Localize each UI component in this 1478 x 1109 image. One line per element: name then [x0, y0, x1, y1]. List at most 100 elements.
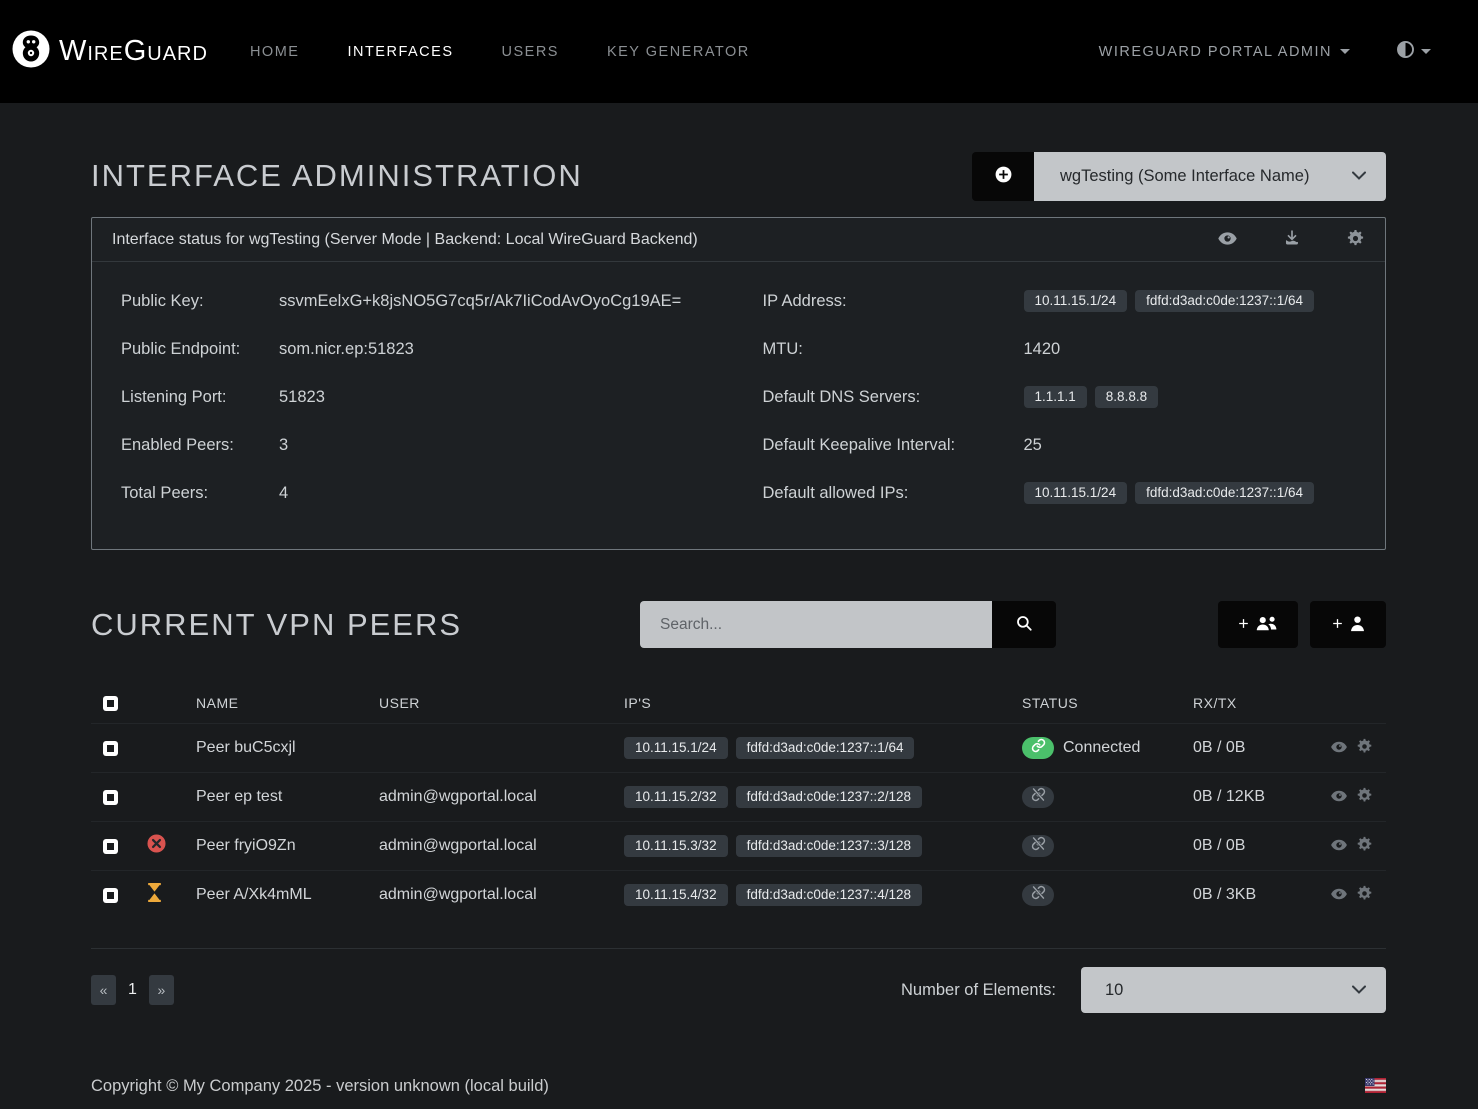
peer-name: Peer fryiO9Zn	[196, 837, 379, 855]
card-header: Interface status for wgTesting (Server M…	[92, 218, 1385, 262]
info-label: Enabled Peers:	[121, 436, 279, 455]
allowed-ip-badge: fdfd:d3ad:c0de:1237::1/64	[1135, 482, 1314, 504]
search-button[interactable]	[992, 601, 1056, 648]
main-content: INTERFACE ADMINISTRATION wgTesting (Some…	[0, 151, 1478, 1013]
peer-settings-button[interactable]	[1356, 836, 1373, 857]
elements-per-page-group: Number of Elements: 10	[901, 967, 1386, 1013]
total-peers-value: 4	[279, 484, 288, 503]
disconnected-status-pill	[1022, 835, 1054, 857]
info-label: Default DNS Servers:	[763, 388, 1024, 407]
pager-prev-button[interactable]: «	[91, 975, 116, 1005]
peers-header-row: CURRENT VPN PEERS	[91, 601, 1386, 648]
wireguard-logo-icon	[12, 30, 50, 73]
eye-icon	[1330, 885, 1348, 906]
disconnected-status-pill	[1022, 786, 1054, 808]
column-header-name: NAME	[196, 695, 379, 711]
add-interface-button[interactable]	[972, 152, 1034, 201]
add-multiple-peers-button[interactable]	[1218, 601, 1298, 648]
peer-rxtx: 0B / 3KB	[1193, 886, 1316, 904]
pager-current-page[interactable]: 1	[126, 981, 139, 999]
column-header-status: STATUS	[1022, 695, 1193, 711]
select-all-checkbox[interactable]	[103, 696, 118, 711]
peer-view-button[interactable]	[1330, 787, 1348, 808]
peer-settings-button[interactable]	[1356, 738, 1373, 759]
search-input[interactable]	[640, 601, 992, 648]
interface-selector-group: wgTesting (Some Interface Name)	[972, 152, 1386, 201]
title-row: INTERFACE ADMINISTRATION wgTesting (Some…	[91, 151, 1386, 201]
eye-icon	[1330, 787, 1348, 808]
half-circle-contrast-icon	[1396, 40, 1415, 64]
gear-icon	[1356, 738, 1373, 758]
elements-per-page-select[interactable]: 10	[1081, 967, 1386, 1013]
brand-link[interactable]: WireGuard	[12, 30, 208, 73]
copyright-text: Copyright © My Company 2025 - version un…	[91, 1077, 549, 1096]
navbar: WireGuard HOME INTERFACES USERS KEY GENE…	[0, 0, 1478, 103]
download-icon	[1282, 228, 1302, 251]
user-icon	[1349, 615, 1366, 635]
info-label: Public Key:	[121, 292, 279, 311]
ip-badge: 10.11.15.1/24	[1024, 290, 1128, 312]
nav-link-home[interactable]: HOME	[250, 44, 300, 60]
card-actions	[1217, 228, 1365, 252]
peer-ip-badge: 10.11.15.2/32	[624, 786, 728, 808]
add-peer-button[interactable]	[1310, 601, 1386, 648]
nav-link-key-generator[interactable]: KEY GENERATOR	[607, 44, 750, 60]
gear-icon	[1356, 787, 1373, 807]
user-menu-label: WIREGUARD PORTAL ADMIN	[1099, 44, 1332, 60]
language-selector[interactable]	[1365, 1078, 1386, 1096]
nav-link-interfaces[interactable]: INTERFACES	[347, 44, 453, 60]
dns-badge: 1.1.1.1	[1024, 386, 1087, 408]
public-key-value: ssvmEelxG+k8jsNO5G7cq5r/Ak7IiCodAvOyoCg1…	[279, 292, 681, 311]
card-title: Interface status for wgTesting (Server M…	[112, 231, 698, 249]
peer-view-button[interactable]	[1330, 836, 1348, 857]
download-config-button[interactable]	[1282, 228, 1302, 251]
interface-details-left: Public Key: ssvmEelxG+k8jsNO5G7cq5r/Ak7I…	[92, 277, 739, 517]
connected-status-pill	[1022, 737, 1054, 759]
user-menu[interactable]: WIREGUARD PORTAL ADMIN	[1099, 44, 1350, 60]
peer-settings-button[interactable]	[1356, 787, 1373, 808]
peer-user: admin@wgportal.local	[379, 788, 624, 806]
column-header-user: USER	[379, 695, 624, 711]
table-row: Peer fryiO9Zn admin@wgportal.local 10.11…	[91, 821, 1386, 870]
row-checkbox[interactable]	[103, 741, 118, 756]
interface-status-card: Interface status for wgTesting (Server M…	[91, 217, 1386, 550]
column-header-rxtx: RX/TX	[1193, 695, 1316, 711]
row-checkbox[interactable]	[103, 839, 118, 854]
interface-select[interactable]: wgTesting (Some Interface Name)	[1034, 152, 1386, 201]
allowed-ip-badge: 10.11.15.1/24	[1024, 482, 1128, 504]
plus-circle-icon	[994, 165, 1013, 187]
theme-toggle[interactable]	[1396, 40, 1431, 64]
row-checkbox[interactable]	[103, 888, 118, 903]
page-title: INTERFACE ADMINISTRATION	[91, 158, 583, 194]
disconnected-status-pill	[1022, 884, 1054, 906]
peer-ip-badge: fdfd:d3ad:c0de:1237::4/128	[736, 884, 922, 906]
peer-user: admin@wgportal.local	[379, 837, 624, 855]
chevron-down-icon	[1352, 981, 1366, 1000]
info-label: Listening Port:	[121, 388, 279, 407]
interface-select-value: wgTesting (Some Interface Name)	[1060, 167, 1309, 186]
peer-ip-badge: 10.11.15.1/24	[624, 737, 728, 759]
peer-name: Peer buC5cxjl	[196, 739, 379, 757]
pagination-row: « 1 » Number of Elements: 10	[91, 967, 1386, 1013]
column-header-ips: IP'S	[624, 695, 1022, 711]
info-label: Total Peers:	[121, 484, 279, 503]
enabled-peers-value: 3	[279, 436, 288, 455]
peer-ip-badge: fdfd:d3ad:c0de:1237::3/128	[736, 835, 922, 857]
pager-next-button[interactable]: »	[149, 975, 174, 1005]
footer: Copyright © My Company 2025 - version un…	[0, 1077, 1478, 1096]
caret-down-icon	[1421, 49, 1431, 54]
show-config-button[interactable]	[1217, 228, 1238, 252]
info-label: Public Endpoint:	[121, 340, 279, 359]
peer-view-button[interactable]	[1330, 885, 1348, 906]
interface-details-right: IP Address: 10.11.15.1/24 fdfd:d3ad:c0de…	[739, 277, 1386, 517]
nav-link-users[interactable]: USERS	[502, 44, 559, 60]
elements-per-page-value: 10	[1105, 981, 1123, 1000]
link-icon	[1031, 738, 1046, 758]
row-checkbox[interactable]	[103, 790, 118, 805]
eye-icon	[1330, 836, 1348, 857]
peer-settings-button[interactable]	[1356, 885, 1373, 906]
interface-settings-button[interactable]	[1346, 229, 1365, 251]
peer-view-button[interactable]	[1330, 738, 1348, 759]
nav-links: HOME INTERFACES USERS KEY GENERATOR	[250, 44, 750, 60]
plus-icon	[1237, 617, 1250, 633]
